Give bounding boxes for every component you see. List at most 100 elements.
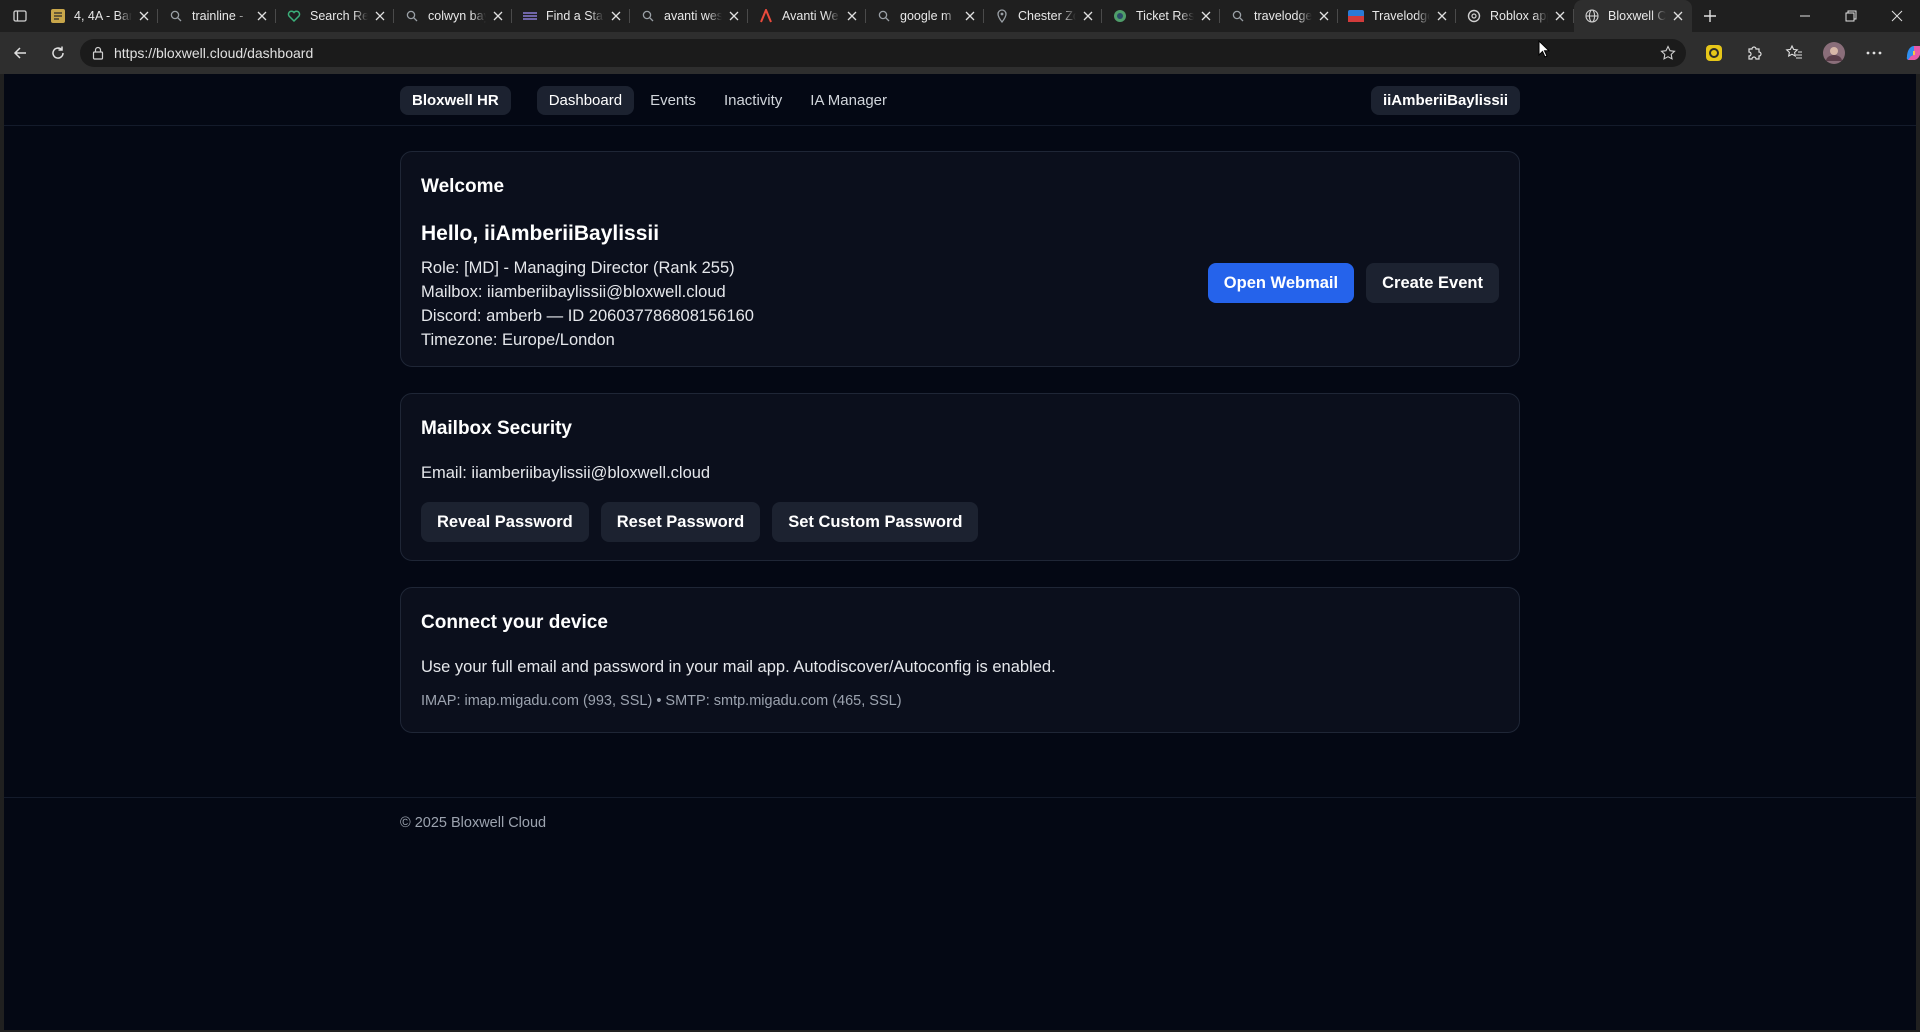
tab-close-icon[interactable] <box>1552 8 1568 24</box>
mail-server-settings: IMAP: imap.migadu.com (993, SSL) • SMTP:… <box>421 693 902 709</box>
avatar <box>1823 42 1845 64</box>
connect-device-title: Connect your device <box>421 612 608 633</box>
tab-close-icon[interactable] <box>136 8 152 24</box>
reveal-password-button[interactable]: Reveal Password <box>421 502 589 542</box>
globe-color-icon <box>1112 8 1128 24</box>
tab-title: Search Res <box>310 9 368 23</box>
tab-title: trainline - <box>192 9 244 23</box>
extension-button[interactable] <box>1698 39 1730 67</box>
browser-tab[interactable]: Roblox app <box>1456 0 1574 32</box>
url-text: https://bloxwell.cloud/dashboard <box>114 45 314 61</box>
nav-link-ia-manager[interactable]: IA Manager <box>798 86 899 115</box>
welcome-title: Welcome <box>421 176 505 197</box>
browser-tab[interactable]: Chester Zo <box>984 0 1102 32</box>
browser-tab[interactable]: Avanti We <box>748 0 866 32</box>
tab-title: Avanti We <box>782 9 839 23</box>
browser-tab[interactable]: travelodge <box>1220 0 1338 32</box>
tab-close-icon[interactable] <box>490 8 506 24</box>
minimize-button[interactable] <box>1782 0 1828 32</box>
copilot-button[interactable] <box>1898 39 1920 67</box>
heart-icon <box>286 8 302 24</box>
reload-button[interactable] <box>40 37 76 69</box>
connect-device-card: Connect your device Use your full email … <box>400 587 1520 733</box>
open-webmail-button[interactable]: Open Webmail <box>1207 263 1355 303</box>
tab-close-icon[interactable] <box>726 8 742 24</box>
extensions-button[interactable] <box>1738 39 1770 67</box>
browser-tab[interactable]: Find a Stat <box>512 0 630 32</box>
browser-tab[interactable]: 4, 4A - Bar <box>40 0 158 32</box>
tab-list: 4, 4A - Bar trainline - Search Res colwyn … <box>40 0 1692 32</box>
tab-actions-button[interactable] <box>0 0 40 32</box>
timezone-text: Timezone: Europe/London <box>421 331 615 349</box>
restore-button[interactable] <box>1828 0 1874 32</box>
user-menu[interactable]: iiAmberiiBaylissii <box>1370 85 1520 115</box>
star-icon[interactable] <box>1660 45 1676 61</box>
welcome-card: Welcome Hello, iiAmberiiBaylissii Role: … <box>400 151 1520 367</box>
tab-close-icon[interactable] <box>608 8 624 24</box>
address-bar[interactable]: https://bloxwell.cloud/dashboard <box>80 39 1686 67</box>
browser-tab[interactable]: trainline - <box>158 0 276 32</box>
puzzle-icon <box>1748 46 1762 60</box>
brand-link[interactable]: Bloxwell HR <box>400 85 511 115</box>
browser-tab[interactable]: Bloxwell Cl <box>1574 0 1692 32</box>
browser-tab[interactable]: google m <box>866 0 984 32</box>
nav-link-inactivity[interactable]: Inactivity <box>712 86 794 115</box>
favorites-button[interactable] <box>1778 39 1810 67</box>
new-tab-button[interactable] <box>1692 0 1728 32</box>
close-window-button[interactable] <box>1874 0 1920 32</box>
discord-text: Discord: amberb — ID 206037786808156160 <box>421 307 754 325</box>
copilot-icon <box>1906 45 1920 61</box>
tab-title: travelodge <box>1254 9 1312 23</box>
nav-link-events[interactable]: Events <box>638 86 708 115</box>
tab-title: Find a Stat <box>546 9 604 23</box>
search-icon <box>168 8 184 24</box>
footer-copyright: © 2025 Bloxwell Cloud <box>400 815 547 831</box>
nav-link-dashboard[interactable]: Dashboard <box>536 85 635 115</box>
favorites-icon <box>1785 44 1802 59</box>
security-email-text: Email: iiamberiibaylissii@bloxwell.cloud <box>421 464 711 482</box>
globe-icon <box>1584 8 1600 24</box>
doc-icon <box>50 8 66 24</box>
tab-close-icon[interactable] <box>962 8 978 24</box>
tab-title: 4, 4A - Bar <box>74 9 132 23</box>
tab-close-icon[interactable] <box>1316 8 1332 24</box>
profile-button[interactable] <box>1818 39 1850 67</box>
reload-icon <box>52 46 64 59</box>
mailbox-text: Mailbox: iiamberiibaylissii@bloxwell.clo… <box>421 283 726 301</box>
create-event-button[interactable]: Create Event <box>1366 263 1499 303</box>
station-icon <box>522 8 538 24</box>
set-custom-password-button[interactable]: Set Custom Password <box>772 502 979 542</box>
mouse-cursor-icon <box>1538 40 1550 58</box>
restore-icon <box>1845 10 1857 22</box>
search-icon <box>404 8 420 24</box>
top-navigation: Bloxwell HR Dashboard Events Inactivity … <box>4 74 1916 126</box>
tab-close-icon[interactable] <box>254 8 270 24</box>
browser-tab[interactable]: Search Res <box>276 0 394 32</box>
greeting: Hello, iiAmberiiBaylissii <box>421 222 660 245</box>
browser-tab[interactable]: avanti wes <box>630 0 748 32</box>
browser-tab[interactable]: colwyn bay <box>394 0 512 32</box>
tab-close-icon[interactable] <box>372 8 388 24</box>
browser-tab[interactable]: Ticket Resu <box>1102 0 1220 32</box>
page-viewport: Bloxwell HR Dashboard Events Inactivity … <box>4 74 1916 1030</box>
openai-icon <box>1466 8 1482 24</box>
tab-close-icon[interactable] <box>1198 8 1214 24</box>
back-button[interactable] <box>2 37 38 69</box>
tab-actions-icon <box>13 10 27 22</box>
reset-password-button[interactable]: Reset Password <box>600 502 761 542</box>
more-button[interactable] <box>1858 39 1890 67</box>
tab-close-icon[interactable] <box>1080 8 1096 24</box>
extension-badge-icon <box>1706 45 1722 61</box>
connect-device-description: Use your full email and password in your… <box>421 658 1056 676</box>
browser-toolbar: https://bloxwell.cloud/dashboard <box>0 32 1920 74</box>
tab-close-icon[interactable] <box>1670 8 1686 24</box>
footer-divider <box>4 797 1916 798</box>
tab-title: Roblox app <box>1490 9 1548 23</box>
tab-close-icon[interactable] <box>1434 8 1450 24</box>
tab-close-icon[interactable] <box>844 8 860 24</box>
browser-tab[interactable]: Travelodge <box>1338 0 1456 32</box>
close-icon <box>1891 10 1903 22</box>
tab-title: avanti wes <box>664 9 722 23</box>
tab-title: Bloxwell Cl <box>1608 9 1666 23</box>
tab-title: google m <box>900 9 952 23</box>
